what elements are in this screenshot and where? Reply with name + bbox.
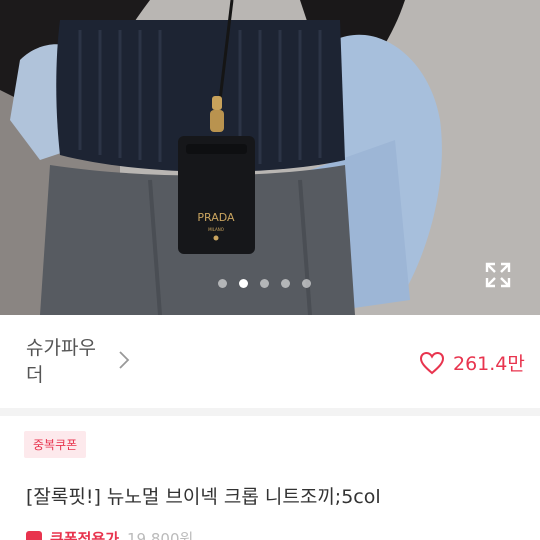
coupon-badge: 중복쿠폰 [24,431,87,458]
coupon-price-label: 쿠폰적용가 [50,530,120,540]
section-divider [0,408,540,416]
product-title: [잘록핏!] 뉴노멀 브이넥 크롭 니트조끼;5col [26,486,381,508]
chevron-right-icon[interactable] [117,349,131,371]
heart-icon [419,351,445,374]
carousel-indicator [218,279,311,288]
expand-fullscreen-icon[interactable] [484,261,512,289]
seller-name[interactable]: 슈가파우더 [26,335,106,389]
carousel-dot[interactable] [218,279,227,288]
product-image-carousel[interactable]: PRADA MILANO [0,0,540,315]
carousel-dot[interactable] [281,279,290,288]
card-sub-text: MILANO [208,227,224,232]
product-photo: PRADA MILANO [0,0,540,315]
coupon-icon [26,530,42,540]
coupon-price-value: 19,800원 [127,530,194,540]
carousel-dot[interactable] [302,279,311,288]
card-brand-text: PRADA [197,211,235,224]
coupon-price-row: 쿠폰적용가 19,800원 [26,528,193,540]
carousel-dot-active[interactable] [239,279,248,288]
like-button[interactable]: 261.4만 [419,349,525,376]
seller-row: 슈가파우더 261.4만 [0,315,540,408]
carousel-dot[interactable] [260,279,269,288]
like-count: 261.4만 [453,353,525,375]
